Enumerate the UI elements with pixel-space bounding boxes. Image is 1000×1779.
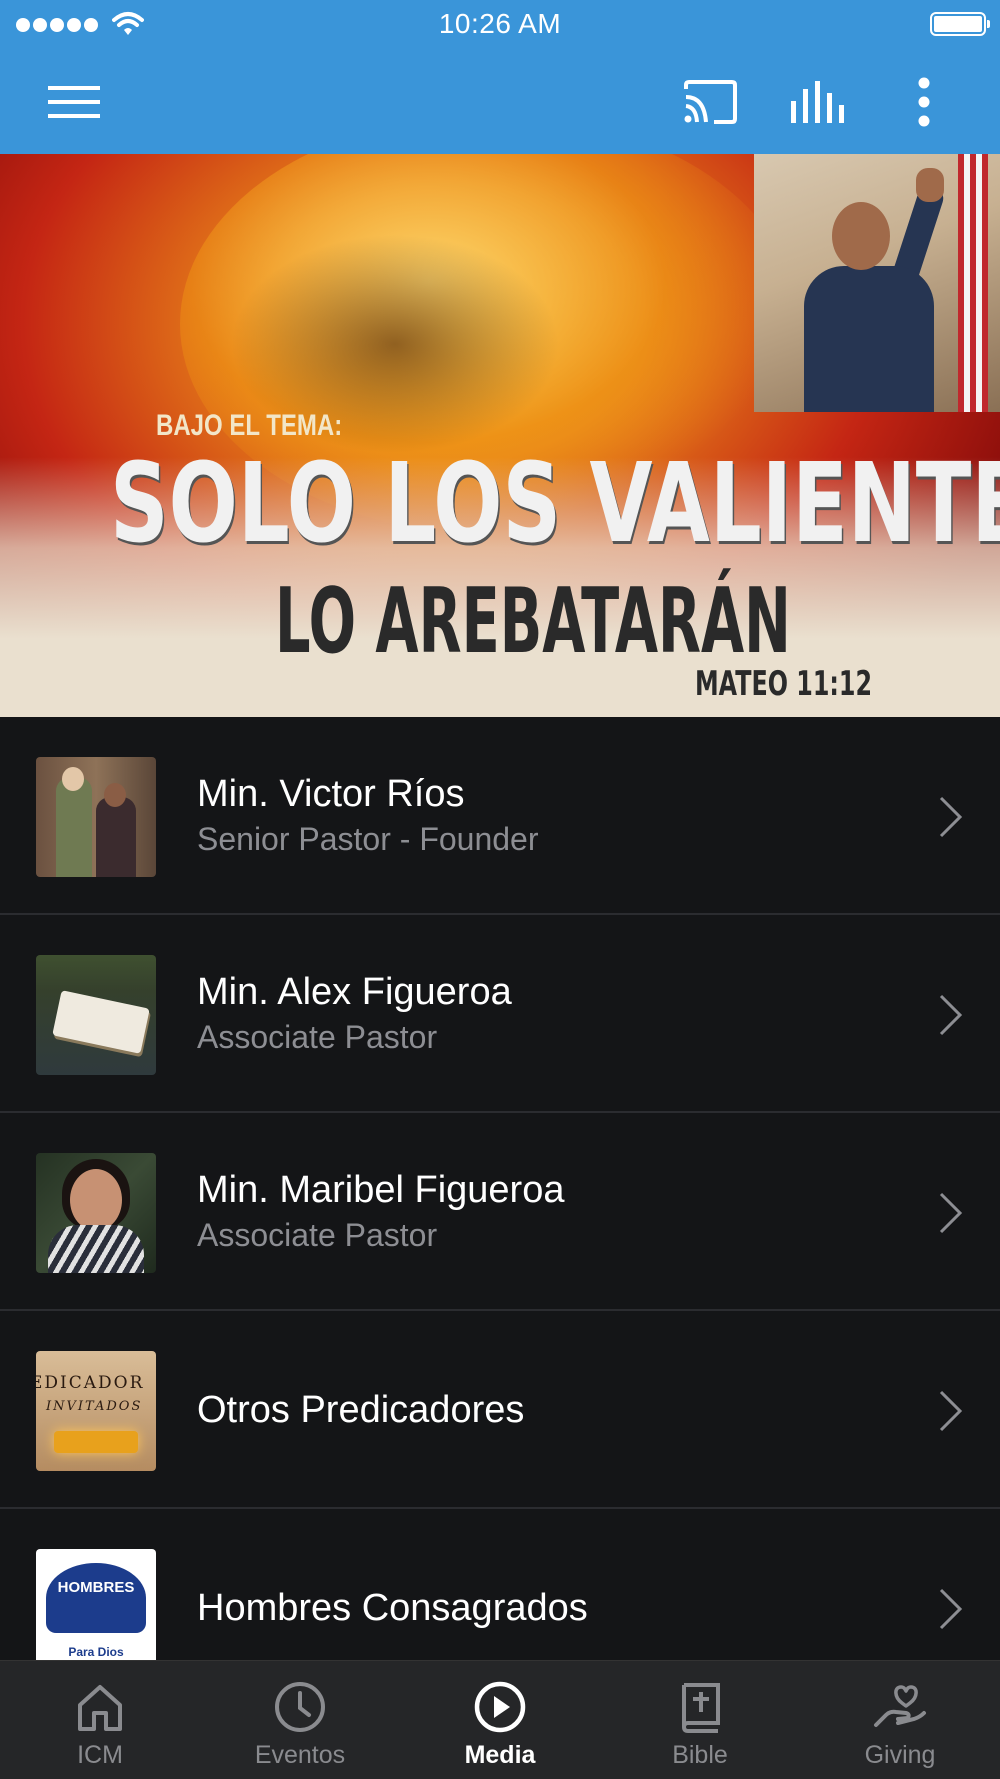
tab-label: Eventos (254, 1741, 346, 1769)
tab-icm[interactable]: ICM (0, 1661, 200, 1779)
speaker-thumbnail (36, 1153, 156, 1273)
item-title: Hombres Consagrados (197, 1587, 588, 1629)
item-subtitle: Associate Pastor (197, 1019, 438, 1055)
list-item[interactable]: Min. Alex Figueroa Associate Pastor (0, 915, 1000, 1113)
banner-kicker: BAJO EL TEMA: (156, 409, 343, 442)
thumb-text: HOMBRES (57, 1579, 135, 1596)
home-icon (78, 1685, 122, 1731)
item-subtitle: Senior Pastor - Founder (197, 821, 539, 857)
banner-title-line1: SOLO LOS VALIENTES (110, 439, 1000, 567)
battery-icon (930, 12, 990, 36)
thumb-text: INVITADOS (46, 1399, 143, 1414)
bottom-tab-bar: ICM Eventos Media Bible Giving (0, 1660, 1000, 1779)
tab-media[interactable]: Media (400, 1661, 600, 1779)
thumb-text: EDICADOR (36, 1373, 145, 1393)
chevron-right-icon (939, 1390, 963, 1432)
thumb-text: Para Dios (68, 1645, 124, 1659)
tab-label: Giving (864, 1741, 936, 1769)
hamburger-menu-icon[interactable] (42, 72, 106, 132)
status-time: 10:26 AM (438, 8, 562, 39)
speaker-thumbnail: HOMBRES Para Dios (36, 1549, 156, 1669)
list-item[interactable]: Min. Victor Ríos Senior Pastor - Founder (0, 717, 1000, 915)
clock-icon (275, 1682, 325, 1732)
speaker-list: Min. Victor Ríos Senior Pastor - Founder… (0, 717, 1000, 1707)
tab-label: ICM (77, 1741, 123, 1769)
bible-icon (681, 1683, 720, 1733)
status-bar: 10:26 AM (0, 0, 1000, 50)
giving-hand-heart-icon (874, 1685, 926, 1727)
tab-giving[interactable]: Giving (800, 1661, 1000, 1779)
banner-verse: MATEO 11:12 (695, 664, 873, 704)
item-subtitle: Associate Pastor (197, 1217, 438, 1253)
chevron-right-icon (939, 994, 963, 1036)
list-item[interactable]: EDICADOR INVITADOS Otros Predicadores (0, 1311, 1000, 1509)
chevron-right-icon (939, 1192, 963, 1234)
item-title: Min. Maribel Figueroa (197, 1169, 565, 1211)
app-bar (0, 50, 1000, 154)
tab-bible[interactable]: Bible (600, 1661, 800, 1779)
featured-media-banner[interactable]: BAJO EL TEMA: SOLO LOS VALIENTES LO AREB… (0, 154, 1000, 717)
speaker-thumbnail (36, 757, 156, 877)
more-vertical-icon[interactable] (892, 72, 956, 132)
cast-icon[interactable] (678, 72, 742, 132)
banner-title-line2: LO AREBATARÁN (275, 569, 791, 674)
chevron-right-icon (939, 796, 963, 838)
chevron-right-icon (939, 1588, 963, 1630)
play-circle-icon (474, 1681, 526, 1733)
item-title: Otros Predicadores (197, 1389, 525, 1431)
list-item[interactable]: Min. Maribel Figueroa Associate Pastor (0, 1113, 1000, 1311)
tab-label: Media (464, 1741, 536, 1769)
preacher-photo (754, 154, 1000, 412)
speaker-thumbnail (36, 955, 156, 1075)
tab-eventos[interactable]: Eventos (200, 1661, 400, 1779)
item-title: Min. Victor Ríos (197, 773, 465, 815)
audio-bars-icon[interactable] (786, 72, 850, 132)
item-title: Min. Alex Figueroa (197, 971, 512, 1013)
speaker-thumbnail: EDICADOR INVITADOS (36, 1351, 156, 1471)
tab-label: Bible (672, 1741, 728, 1769)
